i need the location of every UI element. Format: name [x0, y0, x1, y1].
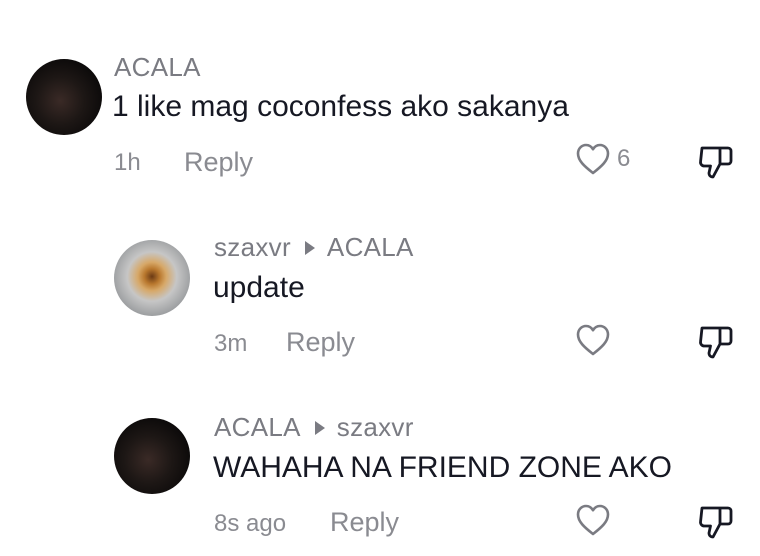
avatar[interactable] [26, 59, 102, 135]
reply-button[interactable]: Reply [286, 327, 355, 358]
dislike-button[interactable] [696, 322, 736, 367]
comment-username[interactable]: ACALA [114, 52, 201, 83]
comment-timestamp: 1h [114, 149, 141, 176]
comment-username[interactable]: szaxvr ACALA [214, 232, 414, 263]
right-triangle-icon [314, 420, 325, 435]
comment-username[interactable]: ACALA szaxvr [214, 412, 414, 443]
heart-outline-icon [576, 324, 610, 356]
heart-outline-icon [576, 143, 610, 175]
reply-button[interactable]: Reply [184, 147, 253, 178]
like-count: 6 [617, 145, 631, 172]
like-button[interactable] [575, 503, 617, 537]
reply-to-username[interactable]: szaxvr [337, 412, 414, 443]
thumbs-down-icon [699, 506, 733, 539]
comment-text: update [213, 271, 305, 304]
comment-timestamp: 8s ago [214, 510, 287, 537]
comment-timestamp: 3m [214, 330, 248, 357]
like-button[interactable] [575, 323, 617, 357]
thumbs-down-icon [699, 146, 733, 179]
comment-text: WAHAHA NA FRIEND ZONE AKO [213, 451, 672, 484]
reply-to-username[interactable]: ACALA [327, 232, 414, 263]
dislike-button[interactable] [696, 502, 736, 547]
thumbs-down-icon [699, 326, 733, 359]
avatar[interactable] [114, 240, 190, 316]
reply-button[interactable]: Reply [330, 507, 399, 538]
dislike-button[interactable] [696, 142, 736, 187]
right-triangle-icon [304, 240, 315, 255]
like-button[interactable]: 6 [575, 142, 630, 176]
comment-text: 1 like mag coconfess ako sakanya [112, 90, 569, 123]
heart-outline-icon [576, 504, 610, 536]
avatar[interactable] [114, 418, 190, 494]
